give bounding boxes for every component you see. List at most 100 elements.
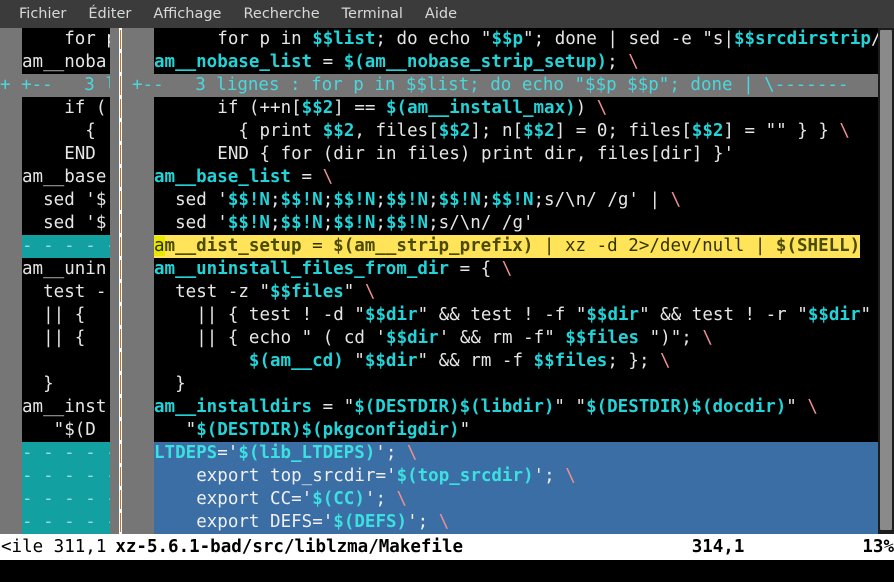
right-sign-column	[132, 419, 154, 442]
left-diff-pane-row[interactable]: if (	[0, 97, 110, 120]
right-diff-pane-row[interactable]: $(am__cd) "$$dir" && rm -f $$files; }; \	[132, 350, 878, 373]
code-row[interactable]: am__base am__base_list = \	[0, 166, 878, 189]
right-diff-pane-row[interactable]: }	[132, 373, 878, 396]
right-diff-pane-row[interactable]: export CC='$(CC)'; \	[132, 488, 878, 511]
right-diff-pane-row[interactable]: for p in $$list; do echo "$$p"; done | s…	[132, 28, 878, 51]
code-row[interactable]: am__unin am__uninstall_files_from_dir = {…	[0, 258, 878, 281]
left-diff-pane-row[interactable]: sed '$	[0, 212, 110, 235]
code-row[interactable]: $(am__cd) "$$dir" && rm -f $$files; }; \	[0, 350, 878, 373]
vimdiff-grid[interactable]: for p for p in $$list; do echo "$$p"; do…	[0, 28, 878, 534]
right-diff-pane-row[interactable]: am__installdirs = "$(DESTDIR)$(libdir)" …	[132, 396, 878, 419]
menu-editer[interactable]: Éditer	[77, 4, 142, 25]
code-row[interactable]: + +-- 3 l +-- 3 lignes : for p in $$list;…	[0, 74, 878, 97]
left-diff-pane-row[interactable]: - - - - - - - - -	[0, 511, 110, 534]
code-row[interactable]: } }	[0, 373, 878, 396]
code-row[interactable]: am__noba am__nobase_list = $(am__nobase_s…	[0, 51, 878, 74]
code-row[interactable]: - - - - - - - - - export DEFS='$(DEFS)';…	[0, 511, 878, 534]
left-diff-pane-row[interactable]: || {	[0, 327, 110, 350]
left-diff-pane-row[interactable]: }	[0, 373, 110, 396]
status-percent: 13%	[862, 537, 894, 557]
pane-separator	[110, 143, 132, 166]
left-diff-pane-row[interactable]	[0, 350, 110, 373]
right-diff-pane-row[interactable]: sed '$$!N;$$!N;$$!N;$$!N;$$!N;$$!N;s/\n/…	[132, 189, 878, 212]
left-line-text: || {	[22, 327, 110, 350]
code-row[interactable]: { { print $$2, files[$$2]; n[$$2] = 0; f…	[0, 120, 878, 143]
left-diff-pane-row[interactable]: am__inst	[0, 396, 110, 419]
right-diff-pane-row[interactable]: +-- 3 lignes : for p in $$list; do echo …	[132, 74, 878, 97]
left-sign-column	[0, 511, 22, 534]
right-diff-pane-row[interactable]: { print $$2, files[$$2]; n[$$2] = 0; fil…	[132, 120, 878, 143]
code-row[interactable]: sed '$ sed '$$!N;$$!N;$$!N;$$!N;$$!N;$$!…	[0, 189, 878, 212]
right-diff-pane-row[interactable]: sed '$$!N;$$!N;$$!N;$$!N;s/\n/ /g'	[132, 212, 878, 235]
code-row[interactable]: sed '$ sed '$$!N;$$!N;$$!N;$$!N;s/\n/ /g…	[0, 212, 878, 235]
pane-separator	[110, 350, 132, 373]
left-diff-pane-row[interactable]: am__noba	[0, 51, 110, 74]
right-diff-pane-row[interactable]: || { test ! -d "$$dir" && test ! -f "$$d…	[132, 304, 878, 327]
left-line-text: if (	[22, 97, 110, 120]
right-diff-pane-row[interactable]: LTDEPS='$(lib_LTDEPS)'; \	[132, 442, 878, 465]
right-diff-pane-row[interactable]: am__nobase_list = $(am__nobase_strip_set…	[132, 51, 878, 74]
pane-separator	[110, 51, 132, 74]
left-line-text: END	[22, 143, 110, 166]
menu-fichier[interactable]: Fichier	[8, 4, 77, 25]
left-diff-pane-row[interactable]: {	[0, 120, 110, 143]
separator-bar	[119, 350, 122, 373]
left-diff-pane-row[interactable]: - - - - - - - - -	[0, 465, 110, 488]
right-diff-pane-row[interactable]: if (++n[$$2] == $(am__install_max)) \	[132, 97, 878, 120]
code-row[interactable]: "$(D "$(DESTDIR)$(pkgconfigdir)"	[0, 419, 878, 442]
code-row[interactable]: am__inst am__installdirs = "$(DESTDIR)$(l…	[0, 396, 878, 419]
menu-terminal[interactable]: Terminal	[331, 4, 414, 25]
menu-recherche[interactable]: Recherche	[232, 4, 330, 25]
separator-bar	[119, 120, 122, 143]
pane-separator	[110, 396, 132, 419]
code-row[interactable]: test - test -z "$$files" \	[0, 281, 878, 304]
right-sign-column	[132, 488, 154, 511]
command-line[interactable]	[0, 560, 894, 582]
right-sign-column	[132, 511, 154, 534]
right-diff-pane-row[interactable]: "$(DESTDIR)$(pkgconfigdir)"	[132, 419, 878, 442]
code-row[interactable]: || { || { echo " ( cd '$$dir' && rm -f" …	[0, 327, 878, 350]
left-diff-pane-row[interactable]: + +-- 3 l	[0, 74, 110, 97]
left-diff-pane-row[interactable]: for p	[0, 28, 110, 51]
left-diff-pane-row[interactable]: "$(D	[0, 419, 110, 442]
scrollbar-thumb[interactable]	[880, 30, 892, 530]
pane-separator	[110, 442, 132, 465]
left-sign-column	[0, 166, 22, 189]
right-diff-pane-row[interactable]: am__dist_setup = $(am__strip_prefix) | x…	[132, 235, 878, 258]
menu-aide[interactable]: Aide	[414, 4, 468, 25]
code-row[interactable]: || { || { test ! -d "$$dir" && test ! -f…	[0, 304, 878, 327]
right-sign-column	[132, 304, 154, 327]
right-diff-pane-row[interactable]: END { for (dir in files) print dir, file…	[132, 143, 878, 166]
right-line-text: END { for (dir in files) print dir, file…	[154, 143, 735, 166]
code-row[interactable]: - - - - - - - - - am__dist_setup = $(am_…	[0, 235, 878, 258]
left-diff-pane-row[interactable]: - - - - - - - - -	[0, 235, 110, 258]
left-diff-pane-row[interactable]: - - - - - - - - -	[0, 488, 110, 511]
pane-separator	[110, 327, 132, 350]
left-diff-pane-row[interactable]: - - - - - - - - -	[0, 442, 110, 465]
code-row[interactable]: for p for p in $$list; do echo "$$p"; do…	[0, 28, 878, 51]
right-line-text: +-- 3 lignes : for p in $$list; do echo …	[132, 74, 849, 97]
left-diff-pane-row[interactable]: sed '$	[0, 189, 110, 212]
right-sign-column	[132, 396, 154, 419]
right-diff-pane-row[interactable]: export DEFS='$(DEFS)'; \	[132, 511, 878, 534]
terminal-screen[interactable]: for p for p in $$list; do echo "$$p"; do…	[0, 28, 894, 582]
vertical-scrollbar[interactable]	[878, 28, 894, 534]
menu-affichage[interactable]: Affichage	[142, 4, 232, 25]
left-diff-pane-row[interactable]: END	[0, 143, 110, 166]
code-row[interactable]: - - - - - - - - - export CC='$(CC)'; \	[0, 488, 878, 511]
left-diff-pane-row[interactable]: am__unin	[0, 258, 110, 281]
right-diff-pane-row[interactable]: am__uninstall_files_from_dir = { \	[132, 258, 878, 281]
right-diff-pane-row[interactable]: am__base_list = \	[132, 166, 878, 189]
right-line-text: export DEFS='$(DEFS)'; \	[154, 511, 450, 534]
code-row[interactable]: - - - - - - - - - LTDEPS='$(lib_LTDEPS)'…	[0, 442, 878, 465]
code-row[interactable]: END END { for (dir in files) print dir, …	[0, 143, 878, 166]
left-diff-pane-row[interactable]: || {	[0, 304, 110, 327]
right-diff-pane-row[interactable]: test -z "$$files" \	[132, 281, 878, 304]
code-row[interactable]: if ( if (++n[$$2] == $(am__install_max))…	[0, 97, 878, 120]
right-diff-pane-row[interactable]: export top_srcdir='$(top_srcdir)'; \	[132, 465, 878, 488]
status-left-file: <ile 311,1	[1, 537, 107, 557]
left-diff-pane-row[interactable]: test -	[0, 281, 110, 304]
code-row[interactable]: - - - - - - - - - export top_srcdir='$(t…	[0, 465, 878, 488]
right-diff-pane-row[interactable]: || { echo " ( cd '$$dir' && rm -f" $$fil…	[132, 327, 878, 350]
left-diff-pane-row[interactable]: am__base	[0, 166, 110, 189]
